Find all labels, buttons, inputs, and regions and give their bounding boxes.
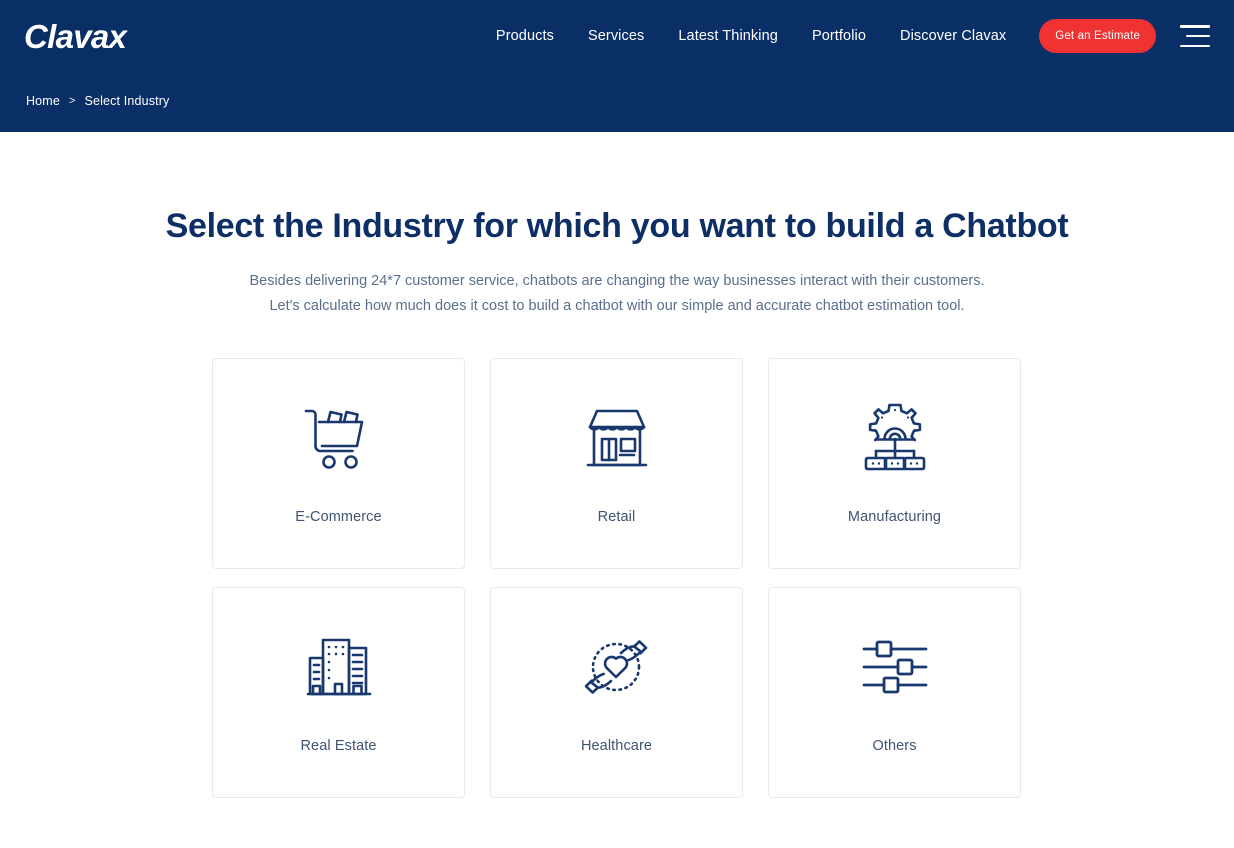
header-bar: Clavax Products Services Latest Thinking… [0,0,1234,72]
page-subtitle-line-2: Let's calculate how much does it cost to… [269,297,965,314]
nav-item-portfolio[interactable]: Portfolio [795,20,883,52]
buildings-icon [306,624,372,710]
get-an-estimate-button[interactable]: Get an Estimate [1039,19,1156,53]
gear-network-icon [858,395,932,481]
hamburger-bar-bottom [1180,44,1210,47]
industry-card-label: Real Estate [300,738,377,755]
breadcrumb-home-link[interactable]: Home [26,94,60,108]
industry-card-label: E-Commerce [295,509,382,526]
page-subtitle-line-1: Besides delivering 24*7 customer service… [249,272,985,289]
industry-card-label: Manufacturing [847,509,942,526]
nav-item-latest-thinking[interactable]: Latest Thinking [661,20,795,52]
hamburger-menu-icon[interactable] [1180,25,1210,47]
breadcrumb-current-page: Select Industry [84,94,170,108]
clavax-logo[interactable]: Clavax [24,20,127,53]
hamburger-bar-middle [1186,34,1210,38]
nav-item-discover-clavax[interactable]: Discover Clavax [883,20,1023,52]
page-subtitle: Besides delivering 24*7 customer service… [187,269,1047,319]
industry-card-healthcare[interactable]: Healthcare [490,586,743,798]
industry-card-manufacturing[interactable]: Manufacturing [768,357,1021,569]
industry-card-e-commerce[interactable]: E-Commerce [212,357,465,569]
industry-card-real-estate[interactable]: Real Estate [212,586,465,798]
primary-navigation: Products Services Latest Thinking Portfo… [479,19,1212,53]
industry-card-label: Others [872,738,917,755]
breadcrumb-chevron-right-icon: > [68,95,76,107]
storefront-icon [582,395,652,481]
industry-card-label: Healthcare [580,738,653,755]
hands-heart-icon [581,624,653,710]
industry-card-label: Retail [597,509,636,526]
breadcrumb: Home > Select Industry [26,94,169,108]
site-header: Clavax Products Services Latest Thinking… [0,0,1234,132]
industry-card-retail[interactable]: Retail [490,357,743,569]
nav-item-products[interactable]: Products [479,20,571,52]
industry-card-others[interactable]: Others [768,586,1021,798]
sliders-icon [860,624,930,710]
industry-card-grid: E-Commerce Retail Manufacturing Real Est… [212,357,1022,798]
nav-item-services[interactable]: Services [571,20,661,52]
main-content: Select the Industry for which you want t… [0,132,1234,798]
page-title: Select the Industry for which you want t… [165,207,1069,245]
hamburger-bar-top [1180,25,1210,28]
shopping-cart-icon [302,395,376,481]
